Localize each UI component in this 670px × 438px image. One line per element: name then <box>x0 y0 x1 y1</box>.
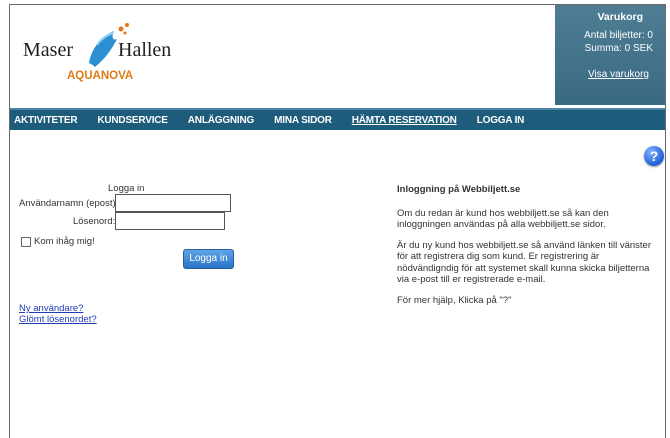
page-frame: Maser Hallen AQUANOVA Varukorg Antal bil… <box>9 4 666 438</box>
help-icon[interactable]: ? <box>644 146 664 166</box>
remember-me-label: Kom ihåg mig! <box>34 236 95 247</box>
nav-item-mina-sidor[interactable]: MINA SIDOR <box>274 115 332 126</box>
cart-title: Varukorg <box>597 11 643 23</box>
new-user-link[interactable]: Ny användare? <box>19 303 83 314</box>
nav-item-anlaggning[interactable]: ANLÄGGNING <box>188 115 255 126</box>
username-label: Användarnamn (epost): <box>19 198 119 209</box>
logo-text-maser: Maser <box>23 39 73 61</box>
remember-me-checkbox[interactable] <box>21 237 31 247</box>
forgot-password-link[interactable]: Glömt lösenordet? <box>19 314 97 325</box>
password-input[interactable] <box>115 212 225 230</box>
nav-item-kundservice[interactable]: KUNDSERVICE <box>97 115 168 126</box>
cart-panel: Varukorg Antal biljetter: 0 Summa: 0 SEK… <box>555 5 665 105</box>
logo-text-aquanova: AQUANOVA <box>67 70 133 82</box>
login-heading: Logga in <box>108 183 145 194</box>
logo-graphic: Maser Hallen AQUANOVA <box>23 23 171 82</box>
info-paragraph-new-customer: Är du ny kund hos webbiljett.se så använ… <box>397 239 652 286</box>
login-button[interactable]: Logga in <box>183 249 234 269</box>
info-panel: Inloggning på Webbiljett.se Om du redan … <box>397 184 659 315</box>
logo-text-hallen: Hallen <box>118 39 171 61</box>
info-paragraph-existing-customer: Om du redan är kund hos webbiljett.se så… <box>397 207 609 231</box>
cart-ticket-count: Antal biljetter: 0 <box>584 30 653 41</box>
view-cart-link[interactable]: Visa varukorg <box>555 69 649 80</box>
maserhallen-logo[interactable]: Maser Hallen AQUANOVA <box>19 15 189 101</box>
nav-item-logga-in[interactable]: LOGGA IN <box>477 115 525 126</box>
info-paragraph-help: För mer hjälp, Klicka på "?" <box>397 294 512 306</box>
nav-item-hamta-reservation[interactable]: HÄMTA RESERVATION <box>352 115 457 126</box>
main-nav: AKTIVITETER KUNDSERVICE ANLÄGGNING MINA … <box>10 108 665 130</box>
password-label: Lösenord: <box>73 216 116 227</box>
info-title: Inloggning på Webbiljett.se <box>397 184 521 195</box>
nav-item-aktiviteter[interactable]: AKTIVITETER <box>14 115 78 126</box>
cart-sum: Summa: 0 SEK <box>584 43 653 54</box>
username-input[interactable] <box>115 194 231 212</box>
